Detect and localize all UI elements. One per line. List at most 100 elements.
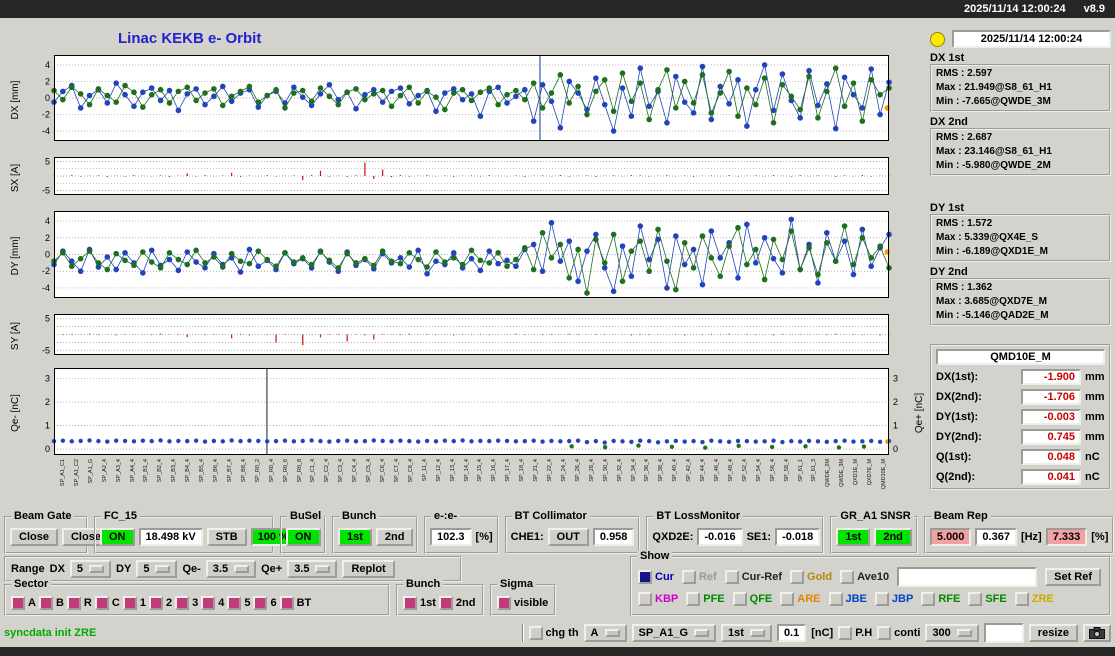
che1-out-button[interactable]: OUT <box>547 528 589 546</box>
plot-dx-canvas: 4 2 0 -2 -4 <box>42 55 892 141</box>
ref-name-input[interactable] <box>897 567 1038 587</box>
chg-th-checkbox[interactable]: chg th <box>528 626 579 640</box>
fc15-stb-button[interactable]: STB <box>206 528 247 546</box>
show-qfe-checkbox[interactable]: QFE <box>732 592 772 606</box>
show-ref-checkbox[interactable]: Ref <box>681 570 717 584</box>
x-axis-label: SP_R0_2 <box>254 459 261 483</box>
x-axis-label: SP_40_4 <box>672 459 679 482</box>
bpm-select[interactable]: SP_A1_G <box>631 624 717 642</box>
sector-checkbox-a[interactable]: A <box>11 596 36 610</box>
show-rfe-checkbox[interactable]: RFE <box>921 592 960 606</box>
x-axis-label: SP_B6_4 <box>213 459 220 483</box>
stats-dx2-rms: RMS : 2.687 <box>936 132 993 143</box>
bunch-1st-button[interactable]: 1st <box>338 528 372 546</box>
ph-checkbox[interactable]: P.H <box>838 626 872 640</box>
checkbox-icon <box>122 596 137 610</box>
bunch-checkbox-2nd[interactable]: 2nd <box>438 596 475 610</box>
sector-checkbox-4[interactable]: 4 <box>201 596 224 610</box>
stats-dx1-box: RMS : 2.597 Max : 21.949@S8_61_H1 Min : … <box>930 64 1111 112</box>
range-qe-minus-select[interactable]: 3.5 <box>205 560 257 578</box>
bunch-checkbox-1st[interactable]: 1st <box>403 596 436 610</box>
svg-text:5: 5 <box>45 156 50 166</box>
show-are-checkbox[interactable]: ARE <box>780 592 821 606</box>
status-message: syncdata init ZRE <box>4 627 97 639</box>
set-ref-button[interactable]: Set Ref <box>1045 568 1102 586</box>
show-jbp-checkbox[interactable]: JBP <box>874 592 913 606</box>
svg-text:2: 2 <box>45 233 50 243</box>
busel-on-button[interactable]: ON <box>286 528 321 546</box>
sector-checkbox-6[interactable]: 6 <box>253 596 277 610</box>
sector-checkbox-b[interactable]: B <box>38 596 64 610</box>
stats-dx1-label: DX 1st <box>930 52 965 64</box>
svg-text:2: 2 <box>45 397 50 407</box>
checkbox-icon <box>227 596 242 610</box>
sector-checkboxes: A B R C 1 2 3 4 5 6 BT <box>6 586 388 614</box>
sector-checkbox-2[interactable]: 2 <box>148 596 172 610</box>
gr-a1-1st-button[interactable]: 1st <box>836 528 871 546</box>
range-dy-select[interactable]: 5 <box>136 560 178 578</box>
show-cur-ref-checkbox[interactable]: Cur-Ref <box>724 570 782 584</box>
show-kbp-checkbox[interactable]: KBP <box>638 592 678 606</box>
range-qe-plus-select[interactable]: 3.5 <box>287 560 338 578</box>
sector-checkbox-r[interactable]: R <box>66 596 92 610</box>
resize-button[interactable]: resize <box>1028 624 1078 642</box>
sector-select[interactable]: A <box>583 624 627 642</box>
x-axis-label: SP_28_4 <box>588 459 595 482</box>
sx-plot: 5 -5 <box>42 156 890 198</box>
checkbox-icon <box>403 596 417 610</box>
checkbox-icon <box>253 596 268 610</box>
beam-rep-value-2: 0.367 <box>975 528 1017 546</box>
stats-dx2-min: Min : -5.980@QWDE_2M <box>936 160 1051 171</box>
x-axis-label: SP_C4_4 <box>352 459 359 483</box>
plot-row-sx: SX [A] 5 -5 <box>6 156 922 198</box>
show-gold-checkbox[interactable]: Gold <box>790 570 832 584</box>
monitor-row: DY(1st): -0.003 mm <box>936 409 1105 425</box>
x-axis-label: SP_B8_4 <box>240 459 247 483</box>
x-axis-label: SP_18_4 <box>519 459 526 482</box>
show-ave10-checkbox[interactable]: Ave10 <box>840 570 889 584</box>
conti-checkbox[interactable]: conti <box>877 626 920 640</box>
bunch-2nd-button[interactable]: 2nd <box>375 528 414 546</box>
bunch-select[interactable]: 1st <box>721 624 772 642</box>
sigma-visible-checkbox[interactable]: visible <box>497 596 548 610</box>
x-axis-label: SP_15_4 <box>477 459 484 482</box>
plot-row-sy: SY [A] 5 -5 <box>6 314 922 358</box>
footer-bar: syncdata init ZRE chg th A SP_A1_G 1st 0… <box>0 620 1115 646</box>
option-menu-indicator-icon <box>315 565 331 573</box>
aux-input[interactable] <box>983 623 1024 643</box>
svg-text:4: 4 <box>45 216 50 226</box>
show-jbe-checkbox[interactable]: JBE <box>828 592 867 606</box>
option-menu-indicator-icon <box>155 565 171 573</box>
x-axis-label: SP_17_4 <box>505 459 512 482</box>
sector-checkbox-1[interactable]: 1 <box>122 596 146 610</box>
snapshot-timestamp: 2025/11/14 12:00:24 <box>952 30 1111 48</box>
threshold-value: 0.1 <box>776 624 807 642</box>
beam-rep-value-1: 5.000 <box>929 528 972 546</box>
fc15-kv-value: 18.498 kV <box>138 528 203 546</box>
beam-gate-close-button-1[interactable]: Close <box>10 528 58 546</box>
sector-checkbox-5[interactable]: 5 <box>227 596 250 610</box>
sector-checkbox-c[interactable]: C <box>94 596 120 610</box>
show-pfe-checkbox[interactable]: PFE <box>686 592 725 606</box>
show-sfe-checkbox[interactable]: SFE <box>968 592 1007 606</box>
monitor-value: 0.048 <box>1021 449 1081 465</box>
fc15-on-button[interactable]: ON <box>100 528 135 546</box>
screenshot-button[interactable] <box>1083 624 1111 642</box>
camera-icon <box>1089 627 1105 639</box>
replot-button[interactable]: Replot <box>342 560 395 578</box>
stats-dy1-box: RMS : 1.572 Max : 5.339@QX4E_S Min : -6.… <box>930 214 1111 262</box>
gr-a1-2nd-button[interactable]: 2nd <box>874 528 912 546</box>
sector-checkbox-bt[interactable]: BT <box>279 596 311 610</box>
busel-group: BuSel ON <box>280 510 326 554</box>
x-axis-label: SP_44_4 <box>700 459 707 482</box>
control-row-1: Beam Gate Close Close FC_15 ON 18.498 kV… <box>4 510 1115 556</box>
qe-plus-axis-label: Qe+ [nC] <box>914 392 925 434</box>
checkbox-icon <box>94 596 109 610</box>
x-axis-label: SP_A4_4 <box>129 459 136 483</box>
show-zre-checkbox[interactable]: ZRE <box>1014 592 1054 606</box>
interval-select[interactable]: 300 <box>925 624 979 642</box>
show-cur-checkbox[interactable]: Cur <box>638 570 674 584</box>
sector-checkbox-3[interactable]: 3 <box>175 596 198 610</box>
range-dx-select[interactable]: 5 <box>69 560 112 578</box>
x-axis-label: SP_R0_4 <box>268 459 275 483</box>
